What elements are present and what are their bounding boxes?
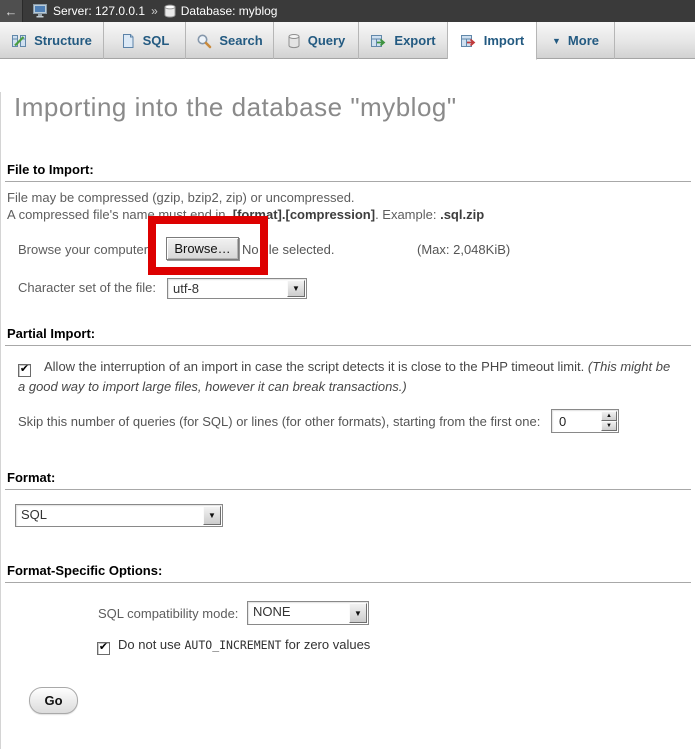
main-content: Importing into the database "myblog" Fil… <box>0 92 695 749</box>
spinner-up-button[interactable]: ▲ <box>601 411 617 421</box>
breadcrumb-database-link[interactable]: Database: myblog <box>181 4 278 18</box>
charset-row: Character set of the file: utf-8 ▼ <box>5 276 691 298</box>
zero-values-checkbox[interactable]: ✔ <box>97 642 110 655</box>
skip-queries-row: Skip this number of queries (for SQL) or… <box>5 409 691 434</box>
file-to-import-section: File to Import: File may be compressed (… <box>5 162 691 298</box>
check-icon: ✔ <box>99 641 108 653</box>
tab-export[interactable]: Export <box>359 22 448 59</box>
go-button[interactable]: Go <box>29 687 78 714</box>
search-icon <box>196 33 212 49</box>
sql-compat-select[interactable]: NONE ▼ <box>247 601 369 625</box>
database-icon <box>164 4 176 18</box>
browse-label: Browse your computer: <box>18 242 152 257</box>
breadcrumb-server-link[interactable]: Server: 127.0.0.1 <box>53 4 145 18</box>
format-section: Format: SQL ▼ <box>5 470 691 527</box>
chevron-down-icon: ▼ <box>552 36 561 46</box>
export-icon <box>370 33 387 49</box>
tab-bar: Structure SQL Search Query <box>0 22 695 59</box>
page-title: Importing into the database "myblog" <box>14 92 695 122</box>
check-icon: ✔ <box>20 363 29 375</box>
compression-help-text: File may be compressed (gzip, bzip2, zip… <box>5 189 691 223</box>
tab-import[interactable]: Import <box>448 22 537 60</box>
partial-import-section: Partial Import: ✔Allow the interruption … <box>5 326 691 434</box>
format-heading: Format: <box>5 470 691 490</box>
max-size-text: (Max: 2,048KiB) <box>417 242 510 257</box>
browse-button[interactable]: Browse… <box>166 237 239 260</box>
charset-select[interactable]: utf-8 ▼ <box>167 278 307 299</box>
import-icon <box>460 33 477 49</box>
query-database-icon <box>287 33 301 49</box>
structure-icon <box>11 33 27 49</box>
sql-compat-label: SQL compatibility mode: <box>98 606 238 621</box>
tab-sql[interactable]: SQL <box>104 22 186 59</box>
skip-queries-input[interactable]: 0 ▲ ▼ <box>551 409 619 433</box>
sql-compat-row: SQL compatibility mode: NONE ▼ <box>5 601 691 625</box>
server-icon <box>33 4 48 18</box>
spinner-down-button[interactable]: ▼ <box>601 421 617 431</box>
file-to-import-heading: File to Import: <box>5 162 691 182</box>
format-options-heading: Format-Specific Options: <box>5 563 691 583</box>
tab-more[interactable]: ▼ More <box>537 22 615 59</box>
tab-search[interactable]: Search <box>186 22 274 59</box>
tab-structure[interactable]: Structure <box>0 22 104 59</box>
back-button[interactable]: ← <box>0 0 23 22</box>
dropdown-arrow-icon: ▼ <box>349 603 367 623</box>
sql-icon <box>120 33 136 49</box>
charset-label: Character set of the file: <box>18 280 156 295</box>
tab-query[interactable]: Query <box>274 22 359 59</box>
partial-import-heading: Partial Import: <box>5 326 691 346</box>
skip-queries-label: Skip this number of queries (for SQL) or… <box>18 414 540 429</box>
format-select[interactable]: SQL ▼ <box>15 504 223 527</box>
allow-interrupt-row: ✔Allow the interruption of an import in … <box>5 357 691 396</box>
allow-interrupt-checkbox[interactable]: ✔ <box>18 364 31 377</box>
breadcrumb-separator: » <box>151 4 158 18</box>
number-spinner: ▲ ▼ <box>601 411 617 431</box>
zero-values-row: ✔Do not use AUTO_INCREMENT for zero valu… <box>5 637 691 655</box>
breadcrumb-bar: ← Server: 127.0.0.1 » Database: myblog <box>0 0 695 22</box>
format-options-section: Format-Specific Options: SQL compatibili… <box>5 563 691 655</box>
browse-row: Browse your computer: Browse… No file se… <box>5 237 691 261</box>
dropdown-arrow-icon: ▼ <box>287 280 305 297</box>
dropdown-arrow-icon: ▼ <box>203 506 221 525</box>
no-file-selected-text: No file selected. <box>242 242 335 257</box>
back-arrow-icon: ← <box>5 4 18 19</box>
